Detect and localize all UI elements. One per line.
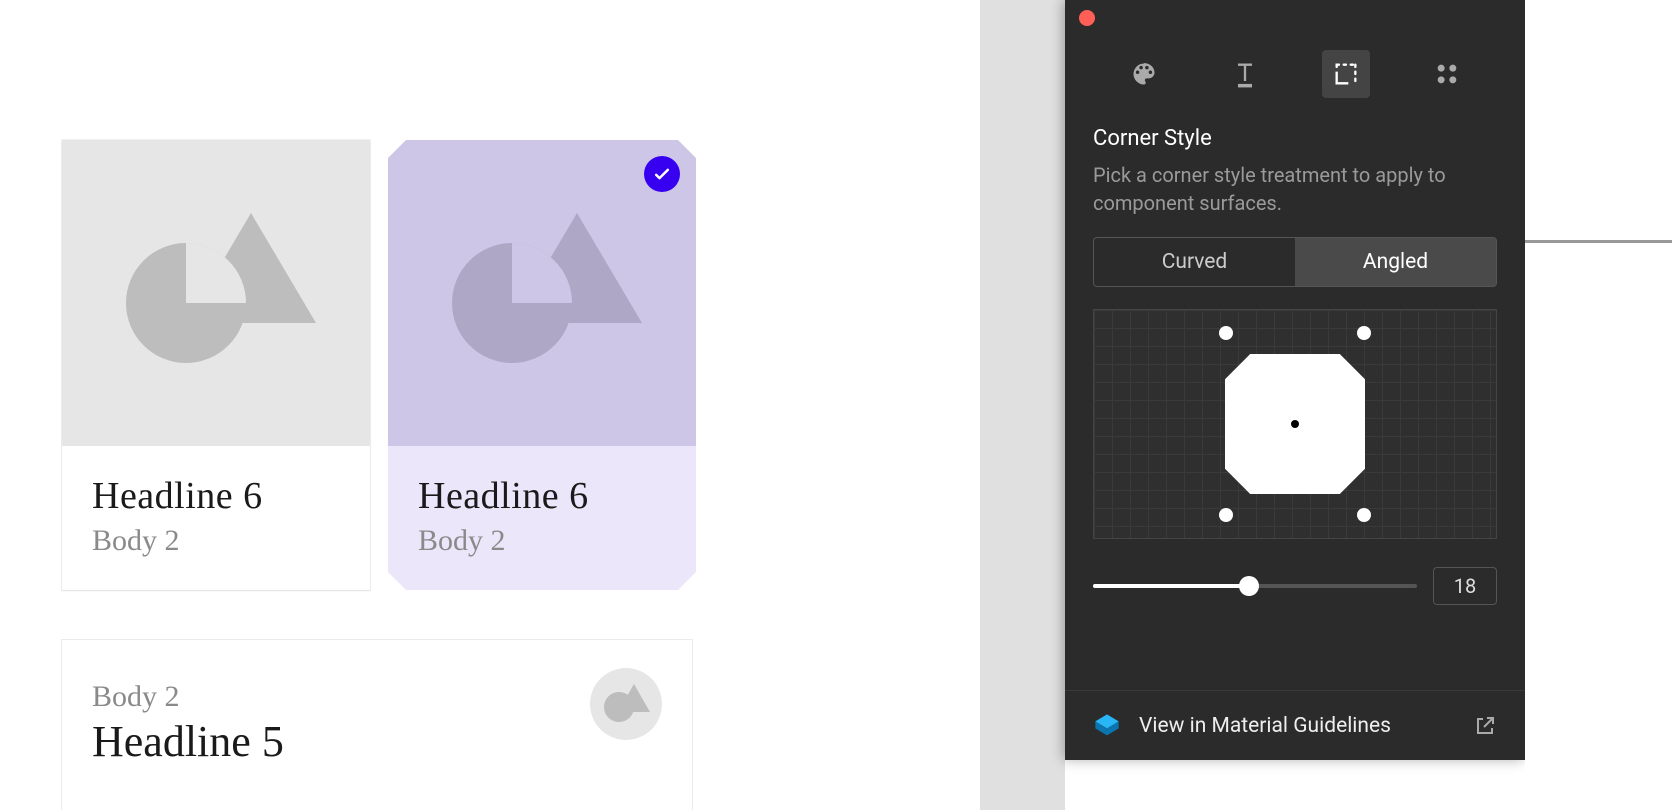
card-headline: Headline 6 bbox=[418, 474, 666, 518]
design-canvas[interactable]: Headline 6 Body 2 Headline 6 Body 2 Body… bbox=[0, 0, 980, 810]
corner-handle-bl[interactable] bbox=[1219, 508, 1233, 522]
corner-handle-tr[interactable] bbox=[1357, 326, 1371, 340]
canvas-background bbox=[980, 0, 1065, 810]
corner-size-slider[interactable] bbox=[1093, 584, 1417, 588]
close-window-icon[interactable] bbox=[1079, 10, 1095, 26]
corner-size-input[interactable]: 18 bbox=[1433, 567, 1497, 605]
guidelines-link[interactable]: View in Material Guidelines bbox=[1139, 714, 1455, 738]
slider-thumb[interactable] bbox=[1239, 576, 1259, 596]
tab-components[interactable] bbox=[1423, 50, 1471, 98]
card-media bbox=[388, 140, 696, 446]
preview-shape bbox=[1225, 354, 1365, 494]
card-selected[interactable]: Headline 6 Body 2 bbox=[388, 140, 696, 590]
segment-curved[interactable]: Curved bbox=[1094, 238, 1295, 286]
section-title: Corner Style bbox=[1093, 126, 1497, 151]
material-logo-icon bbox=[1093, 712, 1121, 740]
avatar-icon bbox=[590, 668, 662, 740]
section-description: Pick a corner style treatment to apply t… bbox=[1093, 161, 1497, 217]
card-horizontal[interactable]: Body 2 Headline 5 bbox=[62, 640, 692, 810]
tab-color[interactable] bbox=[1120, 50, 1168, 98]
card-headline: Headline 5 bbox=[92, 716, 590, 767]
card-media bbox=[62, 140, 370, 446]
segment-angled[interactable]: Angled bbox=[1295, 238, 1496, 286]
card-body-text: Body 2 bbox=[92, 524, 340, 558]
shape-preview[interactable] bbox=[1093, 309, 1497, 539]
card-default[interactable]: Headline 6 Body 2 bbox=[62, 140, 370, 590]
tab-shape[interactable] bbox=[1322, 50, 1370, 98]
tab-typography[interactable] bbox=[1221, 50, 1269, 98]
inspector-panel: Corner Style Pick a corner style treatme… bbox=[1065, 0, 1525, 760]
corner-style-segment: Curved Angled bbox=[1093, 237, 1497, 287]
corner-handle-tl[interactable] bbox=[1219, 326, 1233, 340]
card-body-text: Body 2 bbox=[418, 524, 666, 558]
canvas-background-right bbox=[1525, 0, 1672, 810]
external-link-icon[interactable] bbox=[1473, 714, 1497, 738]
corner-handle-br[interactable] bbox=[1357, 508, 1371, 522]
card-body-text: Body 2 bbox=[92, 680, 590, 714]
check-icon bbox=[644, 156, 680, 192]
card-headline: Headline 6 bbox=[92, 474, 340, 518]
panel-tabs bbox=[1065, 0, 1525, 116]
